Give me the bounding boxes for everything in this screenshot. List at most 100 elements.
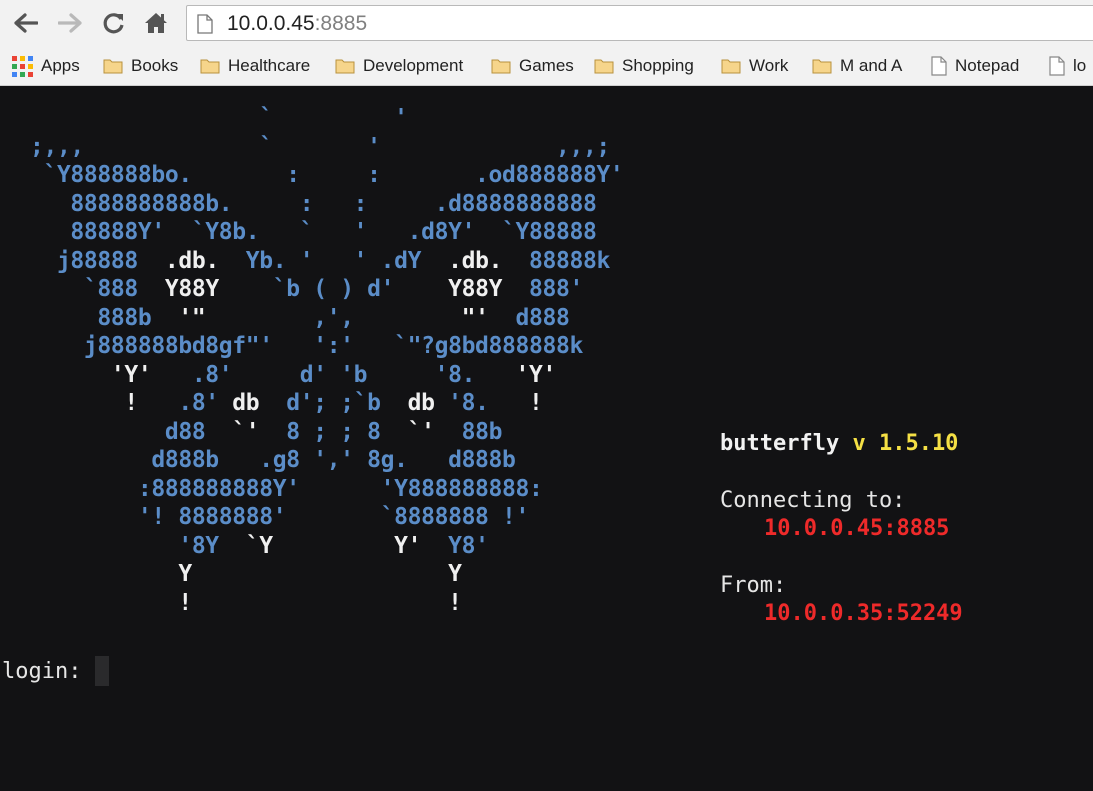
bookmark-label: Notepad xyxy=(955,56,1020,75)
ascii-segment: 88b xyxy=(434,418,503,445)
ascii-segment: 888b xyxy=(3,304,179,331)
ascii-line: ! ! xyxy=(3,590,462,616)
ascii-segment: d88 xyxy=(3,418,233,445)
ascii-highlight: Y88Y xyxy=(164,276,219,302)
ascii-highlight: 'Y' xyxy=(515,361,557,388)
ascii-highlight: db xyxy=(232,390,260,416)
ascii-segment: `b ( ) d' xyxy=(218,276,449,302)
ascii-line: '8Y `Y Y' Y8' xyxy=(3,533,489,559)
ascii-highlight: `Y xyxy=(245,532,273,559)
url-port: :8885 xyxy=(314,12,368,35)
ascii-line: j88888 .db. Yb. ' ' .dY .db. 88888k xyxy=(3,248,610,274)
bookmark-folder-shopping[interactable]: Shopping xyxy=(594,54,694,78)
ascii-segment: .8' d' 'b '8. xyxy=(151,361,516,388)
url-text: 10.0.0.45:8885 xyxy=(227,12,367,36)
bookmark-label: lo xyxy=(1073,56,1087,75)
app-version: v 1.5.10 xyxy=(852,431,959,456)
ascii-line: :888888888Y' 'Y888888888: xyxy=(3,476,543,502)
butterfly-ascii-art: ` ' ;,,, ` ' ,,,; `Y888888bo. : : .od888… xyxy=(3,104,624,617)
ascii-segment: 88888Y' `Y8b. ` ' .d8Y' `Y88888 xyxy=(3,219,597,245)
bookmark-folder-books[interactable]: Books xyxy=(103,54,178,78)
ascii-segment: ,', xyxy=(205,304,462,331)
ascii-segment: .8' xyxy=(137,390,233,416)
ascii-line: d888b .g8 ',' 8g. d888b xyxy=(3,447,516,473)
ascii-segment: Y8' xyxy=(421,532,489,559)
forward-arrow-icon[interactable] xyxy=(57,10,83,36)
back-arrow-icon[interactable] xyxy=(13,10,39,36)
page-icon xyxy=(1049,56,1065,76)
ascii-segment: '8. xyxy=(434,390,530,416)
ascii-line: ! .8' db d'; ;`b db '8. ! xyxy=(3,390,543,416)
ascii-highlight: ! xyxy=(3,390,138,416)
folder-icon xyxy=(491,58,511,74)
ascii-highlight: Y Y xyxy=(3,561,462,587)
ascii-segment: '! 8888888' `8888888 !' xyxy=(3,504,530,530)
bookmark-label: Apps xyxy=(41,56,80,75)
ascii-segment: 8 ; ; 8 xyxy=(259,418,408,445)
bookmark-folder-development[interactable]: Development xyxy=(335,54,463,78)
bookmark-label: Work xyxy=(749,56,789,75)
from-address: 10.0.0.35:52249 xyxy=(764,601,963,626)
ascii-line: 8888888888b. : : .d8888888888 xyxy=(3,191,596,217)
ascii-line: ` ' xyxy=(3,105,408,131)
ascii-line: `888 Y88Y `b ( ) d' Y88Y 888' xyxy=(3,276,583,302)
ascii-segment: ;,,, ` ' ,,,; xyxy=(3,133,610,160)
ascii-highlight: .db. xyxy=(164,247,219,274)
ascii-segment: `888 xyxy=(3,276,165,302)
ascii-highlight: '" xyxy=(178,304,206,331)
address-bar[interactable]: 10.0.0.45:8885 xyxy=(186,5,1093,41)
bookmarks-bar: Apps Books Healthcare Development Games … xyxy=(0,48,1093,86)
ascii-segment: j88888 xyxy=(3,247,165,274)
ascii-line: `Y888888bo. : : .od888888Y' xyxy=(3,162,623,188)
ascii-line: Y Y xyxy=(3,561,462,587)
bookmark-folder-healthcare[interactable]: Healthcare xyxy=(200,54,310,78)
ascii-highlight: `' xyxy=(407,418,435,445)
bookmark-label: Development xyxy=(363,56,464,75)
ascii-line: '! 8888888' `8888888 !' xyxy=(3,504,530,530)
home-icon[interactable] xyxy=(143,10,169,36)
ascii-highlight: 'Y' xyxy=(3,361,152,388)
ascii-segment: d888b .g8 ',' 8g. d888b xyxy=(3,447,516,473)
ascii-segment: 88888k xyxy=(502,247,610,274)
connecting-address: 10.0.0.45:8885 xyxy=(764,516,950,541)
url-host: 10.0.0.45 xyxy=(227,12,315,35)
folder-icon xyxy=(721,58,741,74)
folder-icon xyxy=(103,58,123,74)
ascii-line: j888888bd8gf"' ':' `"?g8bd888888k xyxy=(3,333,583,359)
version-banner: butterfly v 1.5.10 xyxy=(720,431,958,456)
ascii-highlight: ! ! xyxy=(3,589,462,616)
folder-icon xyxy=(335,58,355,74)
terminal-cursor[interactable] xyxy=(95,656,110,686)
ascii-segment: d888 xyxy=(488,304,570,331)
reload-icon[interactable] xyxy=(101,10,127,36)
login-prompt-line[interactable]: login: xyxy=(2,656,110,686)
ascii-highlight: Y88Y xyxy=(448,276,503,302)
ascii-segment: 8888888888b. : : .d8888888888 xyxy=(3,190,597,217)
ascii-segment: j888888bd8gf"' ':' `"?g8bd888888k xyxy=(3,333,583,359)
ascii-line: ;,,, ` ' ,,,; xyxy=(3,134,610,160)
browser-toolbar: 10.0.0.45:8885 xyxy=(0,0,1093,48)
bookmark-folder-m-and-a[interactable]: M and A xyxy=(812,54,902,78)
ascii-line: 88888Y' `Y8b. ` ' .d8Y' `Y88888 xyxy=(3,219,596,245)
ascii-highlight: Y' xyxy=(394,532,422,559)
ascii-segment: :888888888Y' 'Y888888888: xyxy=(3,475,543,502)
bookmark-label: Healthcare xyxy=(228,56,311,75)
bookmark-lo[interactable]: lo xyxy=(1049,54,1086,78)
page-icon xyxy=(197,14,213,39)
terminal-screen[interactable]: ` ' ;,,, ` ' ,,,; `Y888888bo. : : .od888… xyxy=(0,87,1093,791)
bookmark-notepad[interactable]: Notepad xyxy=(931,54,1019,78)
ascii-segment: d'; ;`b xyxy=(259,390,408,416)
bookmark-label: Games xyxy=(519,56,574,75)
ascii-line: 888b '" ,', "' d888 xyxy=(3,304,570,331)
bookmark-label: Shopping xyxy=(622,56,694,75)
ascii-line: d88 `' 8 ; ; 8 `' 88b xyxy=(3,418,503,445)
app-name: butterfly xyxy=(720,431,840,456)
ascii-segment: Yb. ' ' .dY xyxy=(218,247,449,274)
bookmark-apps[interactable]: Apps xyxy=(12,54,80,78)
bookmark-folder-work[interactable]: Work xyxy=(721,54,788,78)
bookmark-folder-games[interactable]: Games xyxy=(491,54,574,78)
ascii-highlight: db xyxy=(407,390,435,416)
folder-icon xyxy=(594,58,614,74)
login-prompt: login: xyxy=(2,658,82,684)
ascii-highlight: .db. xyxy=(448,247,503,274)
